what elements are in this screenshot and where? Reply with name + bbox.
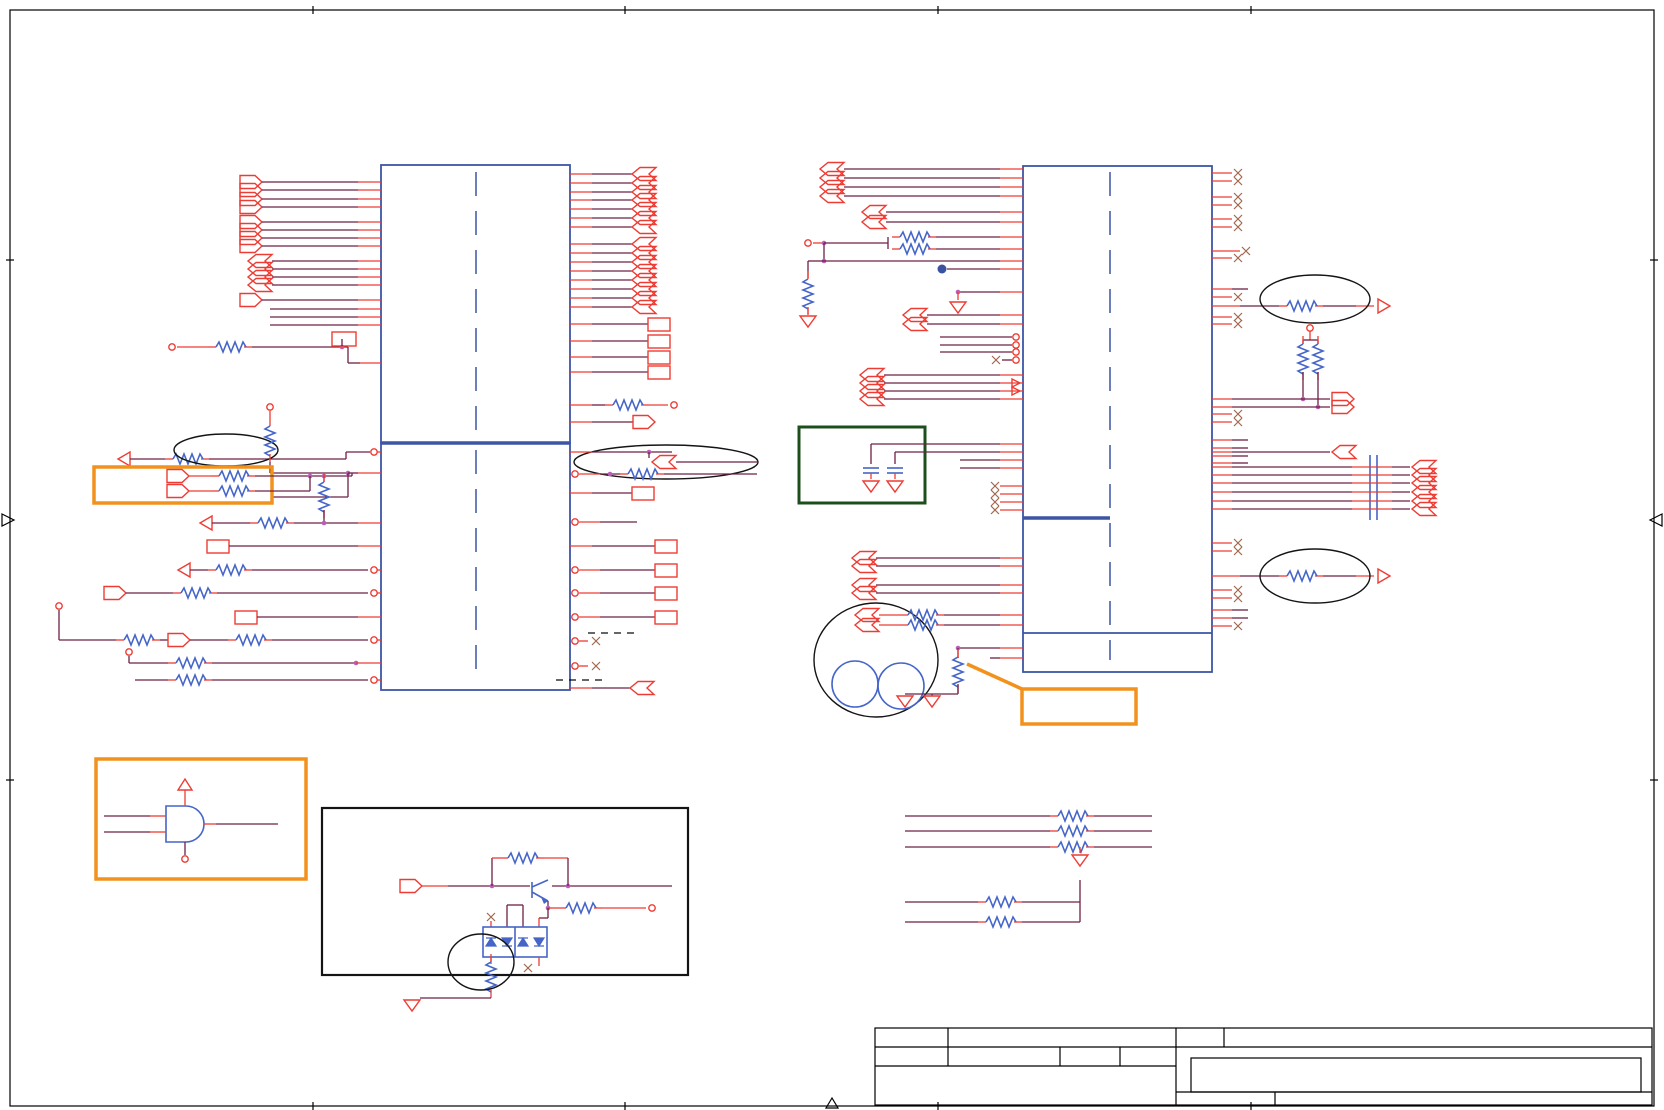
- junction-dot: [321, 520, 327, 526]
- junction-dot: [607, 471, 613, 477]
- sheet-background: [0, 0, 1664, 1110]
- schematic-sheet: [0, 0, 1664, 1110]
- schematic-page: [0, 0, 1664, 1110]
- net-dot: [937, 264, 947, 274]
- right-ic-block: [1022, 165, 1213, 673]
